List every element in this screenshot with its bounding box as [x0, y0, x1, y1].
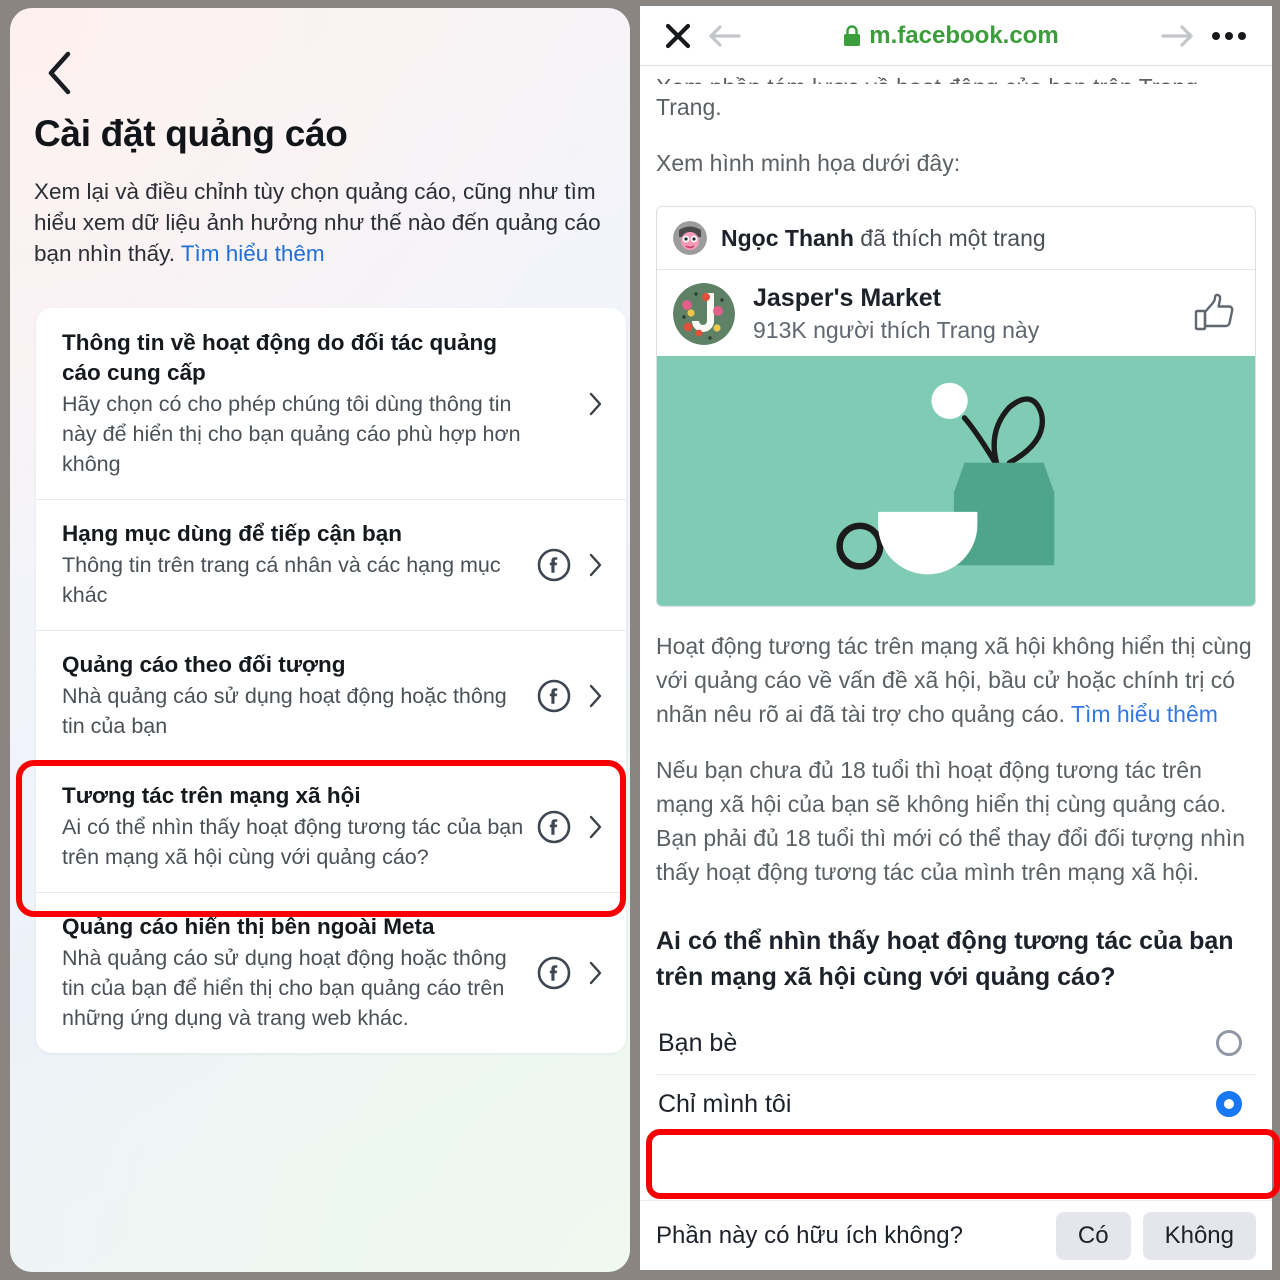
- paragraph-see-illustration: Xem hình minh họa dưới đây:: [656, 150, 961, 176]
- more-horizontal-icon: [1225, 31, 1233, 40]
- chevron-right-icon: [589, 684, 602, 707]
- chevron-right-icon: [589, 961, 602, 984]
- option-only-me[interactable]: Chỉ mình tôi: [656, 1073, 1256, 1135]
- feedback-bar: Phần này có hữu ích không? Có Không: [640, 1200, 1272, 1270]
- list-item-audience-ads[interactable]: Quảng cáo theo đối tượng Nhà quảng cáo s…: [36, 630, 626, 761]
- facebook-post-preview-card: Ngọc Thanh đã thích một trang Jasper's M…: [656, 206, 1256, 607]
- browser-forward-button[interactable]: [1152, 23, 1204, 49]
- list-item-text: Quảng cáo hiển thị bên ngoài Meta Nhà qu…: [62, 912, 537, 1033]
- question-heading: Ai có thể nhìn thấy hoạt động tương tác …: [656, 926, 1234, 991]
- avatar-image: [673, 283, 735, 345]
- list-item-subtitle: Hãy chọn có cho phép chúng tôi dùng thôn…: [62, 392, 521, 476]
- list-item-text: Tương tác trên mạng xã hội Ai có thể nhì…: [62, 781, 537, 872]
- list-item-text: Thông tin về hoạt động do đối tác quảng …: [62, 328, 537, 479]
- learn-more-link[interactable]: Tìm hiểu thêm: [1071, 701, 1218, 727]
- list-item-meta: [537, 956, 606, 990]
- learn-more-link[interactable]: Tìm hiểu thêm: [181, 241, 325, 266]
- list-item-meta: [537, 387, 606, 421]
- facebook-icon: [537, 679, 571, 712]
- settings-list: Thông tin về hoạt động do đối tác quảng …: [36, 308, 626, 1053]
- list-item-subtitle: Ai có thể nhìn thấy hoạt động tương tác …: [62, 815, 524, 869]
- actor-name: Ngọc Thanh: [721, 224, 854, 251]
- post-actor-text: Ngọc Thanh đã thích một trang: [721, 225, 1046, 252]
- lock-icon: [844, 24, 861, 46]
- avatar-image: [673, 221, 707, 255]
- page-avatar: [673, 283, 735, 345]
- paragraph-age-info: Nếu bạn chưa đủ 18 tuổi thì hoạt động tư…: [656, 756, 1245, 885]
- page-title: Cài đặt quảng cáo: [34, 113, 348, 154]
- back-button[interactable]: [32, 46, 86, 100]
- list-item-partner-info[interactable]: Thông tin về hoạt động do đối tác quảng …: [36, 308, 626, 499]
- page-info: Jasper's Market 913K người thích Trang n…: [753, 282, 1175, 346]
- browser-back-button[interactable]: [698, 23, 750, 49]
- chevron-right-icon: [589, 815, 602, 838]
- page-description: Xem lại và điều chỉnh tùy chọn quảng cáo…: [34, 176, 612, 269]
- facebook-icon: [537, 810, 571, 843]
- paragraph-social-info: Hoạt động tương tác trên mạng xã hội khô…: [656, 629, 1256, 731]
- list-item-text: Hạng mục dùng để tiếp cận bạn Thông tin …: [62, 519, 537, 610]
- radio-unselected-icon[interactable]: [1216, 1030, 1242, 1057]
- list-item-ads-outside-meta[interactable]: Quảng cáo hiển thị bên ngoài Meta Nhà qu…: [36, 892, 626, 1053]
- paragraph-trang: Trang.: [656, 94, 722, 120]
- fb-icon-placeholder: [537, 387, 571, 421]
- radio-selected-icon[interactable]: [1216, 1091, 1242, 1118]
- ad-illustration: [657, 356, 1255, 606]
- feedback-yes-button[interactable]: Có: [1055, 1211, 1131, 1260]
- more-horizontal-icon: [1238, 31, 1246, 40]
- list-item-title: Quảng cáo hiển thị bên ngoài Meta: [62, 914, 435, 939]
- arrow-right-icon: [1161, 24, 1193, 47]
- ad-settings-screen: Cài đặt quảng cáo Xem lại và điều chỉnh …: [10, 8, 630, 1272]
- more-horizontal-icon: [1212, 31, 1220, 40]
- thumbs-up-icon[interactable]: [1193, 291, 1239, 337]
- actor-avatar: [673, 221, 707, 255]
- list-item-subtitle: Nhà quảng cáo sử dụng hoạt động hoặc thô…: [62, 684, 507, 738]
- chevron-left-icon: [46, 51, 72, 95]
- list-item-categories[interactable]: Hạng mục dùng để tiếp cận bạn Thông tin …: [36, 499, 626, 630]
- chevron-right-icon: [589, 392, 602, 415]
- post-actor-row: Ngọc Thanh đã thích một trang: [657, 207, 1255, 270]
- page-name: Jasper's Market: [753, 284, 942, 312]
- arrow-left-icon: [709, 24, 741, 47]
- facebook-icon: [537, 548, 571, 581]
- list-item-title: Hạng mục dùng để tiếp cận bạn: [62, 521, 403, 546]
- close-button[interactable]: [658, 21, 698, 51]
- option-label: Chỉ mình tôi: [658, 1089, 792, 1118]
- list-item-meta: [537, 679, 606, 713]
- option-label: Bạn bè: [658, 1028, 738, 1057]
- right-phone-panel: m.facebook.com Xem phần tóm lược về hoạt…: [640, 0, 1280, 1280]
- list-item-title: Quảng cáo theo đối tượng: [62, 652, 346, 677]
- url-display[interactable]: m.facebook.com: [750, 22, 1152, 50]
- list-item-subtitle: Nhà quảng cáo sử dụng hoạt động hoặc thô…: [62, 946, 507, 1030]
- close-icon: [665, 23, 691, 48]
- in-app-browser: m.facebook.com Xem phần tóm lược về hoạt…: [640, 6, 1272, 1270]
- list-item-subtitle: Thông tin trên trang cá nhân và các hạng…: [62, 553, 501, 607]
- list-item-text: Quảng cáo theo đối tượng Nhà quảng cáo s…: [62, 650, 537, 741]
- list-item-meta: [537, 548, 606, 582]
- audience-options: Bạn bè Chỉ mình tôi: [656, 1013, 1256, 1135]
- feedback-no-button[interactable]: Không: [1142, 1211, 1256, 1260]
- page-likes-count: 913K người thích Trang này: [753, 317, 1040, 343]
- browser-menu-button[interactable]: [1204, 31, 1254, 40]
- list-item-title: Tương tác trên mạng xã hội: [62, 783, 361, 808]
- clipped-text-line: Xem phần tóm lược về hoạt động của bạn t…: [656, 70, 1256, 84]
- left-phone-panel: Cài đặt quảng cáo Xem lại và điều chỉnh …: [0, 0, 640, 1280]
- list-item-title: Thông tin về hoạt động do đối tác quảng …: [62, 330, 497, 385]
- actor-action: đã thích một trang: [853, 224, 1046, 251]
- web-content: Xem phần tóm lược về hoạt động của bạn t…: [640, 70, 1272, 1135]
- list-item-meta: [537, 810, 606, 844]
- dual-screenshot: Cài đặt quảng cáo Xem lại và điều chỉnh …: [0, 0, 1280, 1280]
- list-item-social-interactions[interactable]: Tương tác trên mạng xã hội Ai có thể nhì…: [36, 761, 626, 892]
- option-friends[interactable]: Bạn bè: [656, 1013, 1256, 1074]
- chevron-right-icon: [589, 553, 602, 576]
- page-row: Jasper's Market 913K người thích Trang n…: [657, 270, 1255, 356]
- facebook-icon: [537, 956, 571, 989]
- feedback-question: Phần này có hữu ích không?: [656, 1221, 963, 1249]
- browser-toolbar: m.facebook.com: [640, 6, 1272, 66]
- url-text: m.facebook.com: [869, 21, 1059, 49]
